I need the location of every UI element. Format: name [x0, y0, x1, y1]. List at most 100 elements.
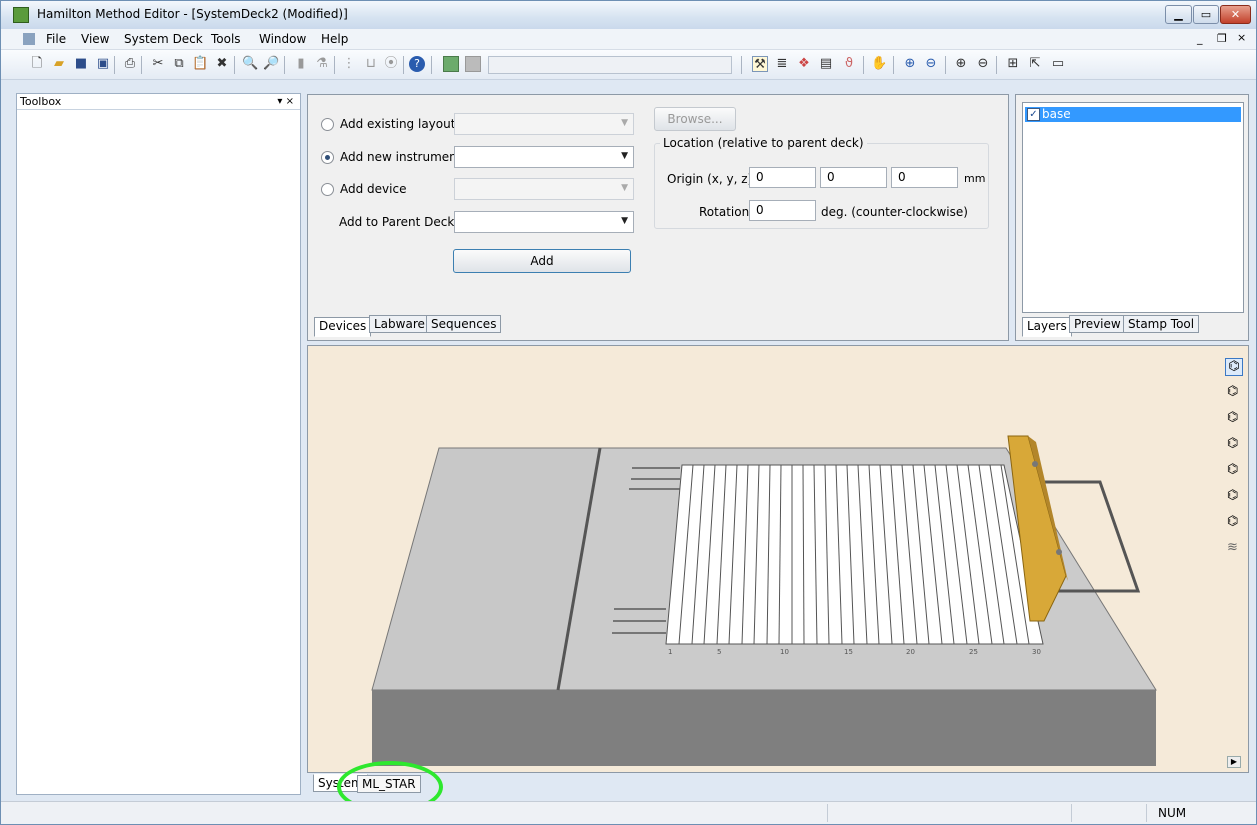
ruler-label-10: 10: [780, 648, 789, 656]
toolbar-status-field: [488, 56, 732, 74]
branch-icon[interactable]: ⦿: [383, 56, 399, 72]
deck-3d-view[interactable]: 1 5 10 15 20 25 30 ⌬ ⌬ ⌬ ⌬ ⌬ ⌬ ⌬ ≋ ▶: [307, 345, 1249, 773]
mdi-minimize-button[interactable]: _: [1197, 32, 1203, 45]
app-icon: [13, 7, 29, 23]
toolbar-separator: [996, 56, 997, 74]
status-bar: NUM: [1, 801, 1256, 824]
step-icon[interactable]: ⋮: [341, 56, 357, 72]
delete-icon[interactable]: ✖: [214, 56, 230, 72]
mdi-restore-button[interactable]: ❐: [1217, 32, 1227, 45]
toolbox-pin-close-button[interactable]: ▾ ×: [277, 94, 294, 109]
carrier-area: [665, 464, 1044, 645]
flask-icon[interactable]: ⚗: [314, 56, 330, 72]
add-device-label: Add device: [340, 182, 407, 196]
deck-view-icon[interactable]: ⚒: [752, 56, 768, 72]
print-icon[interactable]: ⎙: [122, 56, 138, 72]
window-title: Hamilton Method Editor - [SystemDeck2 (M…: [37, 7, 348, 21]
tab-sequences[interactable]: Sequences: [426, 315, 502, 333]
palette-icon[interactable]: ❖: [796, 56, 812, 72]
paste-icon[interactable]: 📋: [192, 56, 208, 72]
chevron-down-icon: ▼: [621, 151, 628, 161]
stop-icon[interactable]: [465, 56, 481, 72]
toolbox-header: Toolbox ▾ ×: [17, 94, 300, 110]
mdi-close-button[interactable]: ×: [1237, 31, 1246, 44]
origin-unit-label: mm: [964, 172, 986, 185]
toolbar-separator: [403, 56, 404, 74]
view-front-icon[interactable]: ⌬: [1227, 384, 1238, 399]
view-back-icon[interactable]: ⌬: [1227, 410, 1238, 425]
find-replace-icon[interactable]: 🔎: [263, 56, 279, 72]
menu-file[interactable]: File: [46, 32, 66, 46]
zoom-out-icon[interactable]: ⊖: [923, 56, 939, 72]
close-button[interactable]: ✕: [1220, 5, 1251, 24]
new-instrument-combo[interactable]: ▼: [454, 146, 634, 168]
save-all-icon[interactable]: ▣: [95, 56, 111, 72]
deck-front-face: [372, 690, 1156, 766]
run-icon[interactable]: [443, 56, 459, 72]
menu-view[interactable]: View: [81, 32, 109, 46]
layers-stack-icon[interactable]: ≋: [1227, 540, 1238, 555]
origin-z-field[interactable]: 0: [891, 167, 958, 188]
menu-system-deck[interactable]: System Deck: [124, 32, 203, 46]
find-icon[interactable]: 🔍: [242, 56, 258, 72]
toolbox-title: Toolbox: [20, 95, 62, 108]
new-icon[interactable]: 🗋: [29, 56, 45, 72]
minimize-button[interactable]: ▁: [1165, 5, 1192, 24]
toolbar-separator: [741, 56, 742, 74]
main-window: Hamilton Method Editor - [SystemDeck2 (M…: [0, 0, 1257, 825]
help-icon[interactable]: ?: [409, 56, 425, 72]
tab-preview[interactable]: Preview: [1069, 315, 1126, 333]
ruler-label-25: 25: [969, 648, 978, 656]
view-right-icon[interactable]: ⌬: [1227, 462, 1238, 477]
title-bar: Hamilton Method Editor - [SystemDeck2 (M…: [1, 1, 1256, 29]
add-to-parent-deck-label: Add to Parent Deck: [339, 215, 455, 229]
tab-layers[interactable]: Layers: [1022, 317, 1072, 337]
menu-bar: File View System Deck Tools Window Help …: [1, 29, 1256, 50]
ruler-label-15: 15: [844, 648, 853, 656]
tab-stamp-tool[interactable]: Stamp Tool: [1123, 315, 1200, 333]
save-icon[interactable]: ■: [73, 56, 89, 72]
tab-devices[interactable]: Devices: [314, 317, 372, 337]
loop-icon[interactable]: ⊔: [363, 56, 379, 72]
maximize-button[interactable]: ▭: [1193, 5, 1219, 24]
open-icon[interactable]: ▰: [51, 56, 67, 72]
bookmark-icon[interactable]: ▮: [293, 56, 309, 72]
view-bottom-icon[interactable]: ⌬: [1227, 514, 1238, 529]
cut-icon[interactable]: ✂: [150, 56, 166, 72]
toolbar-separator: [863, 56, 864, 74]
toolbar-separator: [893, 56, 894, 74]
status-divider: [1146, 804, 1147, 822]
view-iso-icon[interactable]: ⌬: [1225, 358, 1243, 376]
copy-icon[interactable]: ⧉: [171, 56, 187, 72]
add-device-radio[interactable]: [321, 183, 334, 196]
menu-window[interactable]: Window: [259, 32, 306, 46]
toolbar-separator: [234, 56, 235, 74]
ruler-label-20: 20: [906, 648, 915, 656]
menu-tools[interactable]: Tools: [211, 32, 241, 46]
view-top-icon[interactable]: ⌬: [1227, 488, 1238, 503]
rotation-field[interactable]: 0: [749, 200, 816, 221]
pan-hand-icon[interactable]: ✋: [871, 56, 887, 72]
list-icon[interactable]: ≣: [774, 56, 790, 72]
add-existing-layout-radio[interactable]: [321, 118, 334, 131]
layer-checkbox[interactable]: ✓: [1027, 108, 1040, 121]
status-divider: [1071, 804, 1072, 822]
tab-labware[interactable]: Labware: [369, 315, 430, 333]
origin-y-field[interactable]: 0: [820, 167, 887, 188]
pipette-icon[interactable]: ϑ: [841, 56, 857, 72]
add-button[interactable]: Add: [453, 249, 631, 273]
origin-x-field[interactable]: 0: [749, 167, 816, 188]
zoom-in-icon[interactable]: ⊕: [902, 56, 918, 72]
grid-icon[interactable]: ▤: [818, 56, 834, 72]
collapse-icon[interactable]: ⊖: [975, 56, 991, 72]
parent-deck-combo[interactable]: ▼: [454, 211, 634, 233]
table-icon[interactable]: ⊞: [1005, 56, 1021, 72]
export-icon[interactable]: ⇱: [1027, 56, 1043, 72]
expand-icon[interactable]: ⊕: [953, 56, 969, 72]
add-new-instrument-label: Add new instrument: [340, 150, 462, 164]
menu-help[interactable]: Help: [321, 32, 348, 46]
screenshot-icon[interactable]: ▭: [1050, 56, 1066, 72]
view-left-icon[interactable]: ⌬: [1227, 436, 1238, 451]
add-new-instrument-radio[interactable]: [321, 151, 334, 164]
scroll-arrow-icon[interactable]: ▶: [1227, 756, 1241, 768]
